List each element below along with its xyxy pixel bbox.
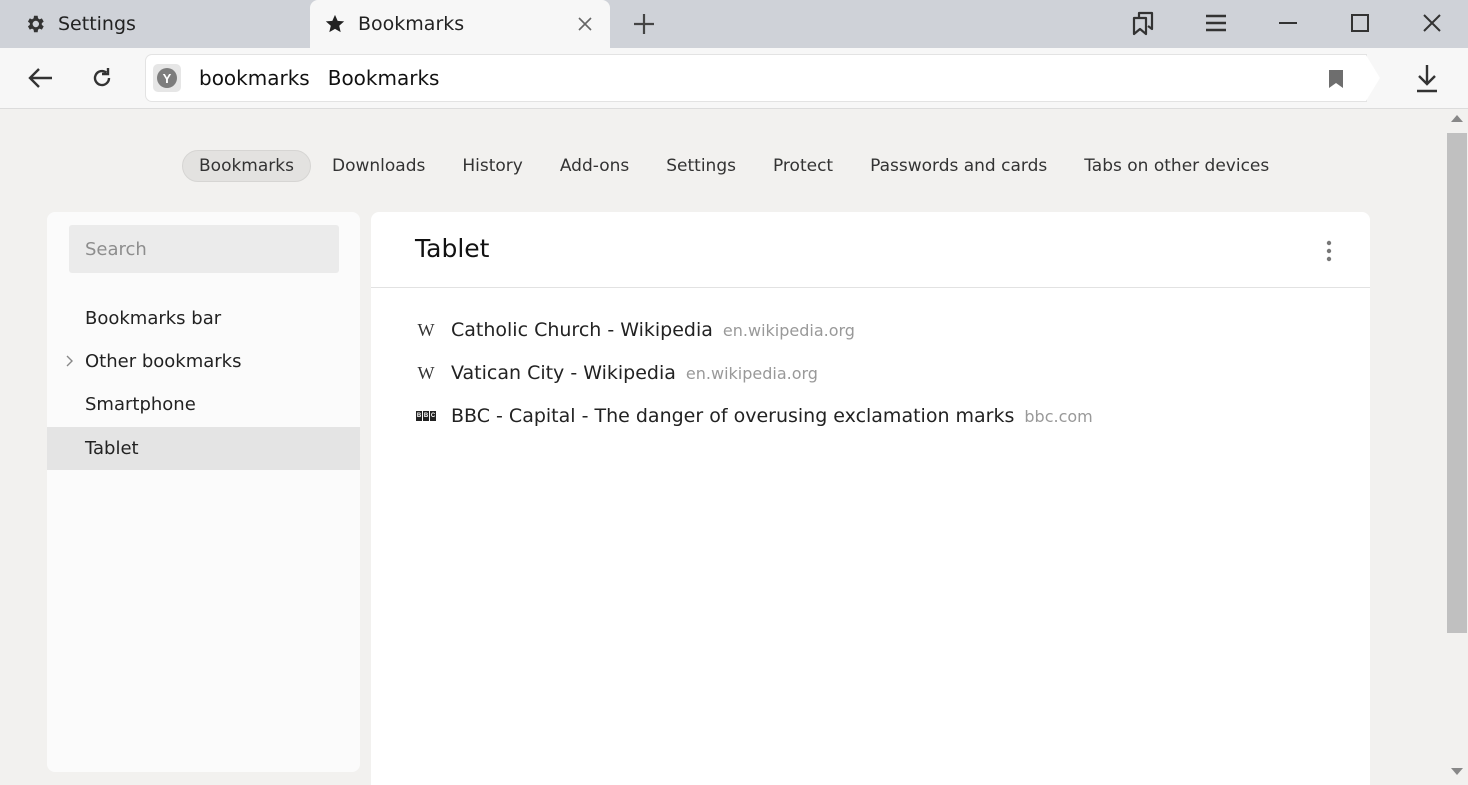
minimize-icon: [1279, 22, 1297, 24]
collections-button[interactable]: [1127, 8, 1159, 38]
folder-other-bookmarks[interactable]: Other bookmarks: [47, 340, 360, 383]
bookmark-item[interactable]: BBC BBC - Capital - The danger of overus…: [415, 401, 1093, 431]
bookmark-title: BBC - Capital - The danger of overusing …: [451, 405, 1015, 427]
search-input[interactable]: [69, 225, 339, 273]
more-options-icon[interactable]: [1322, 238, 1336, 264]
hamburger-icon: [1206, 14, 1226, 32]
page-title: Tablet: [415, 234, 490, 263]
close-icon[interactable]: [574, 13, 596, 35]
folder-label: Other bookmarks: [85, 351, 242, 372]
scroll-up-arrow-icon[interactable]: [1451, 115, 1463, 122]
maximize-button[interactable]: [1344, 8, 1376, 38]
page-scrollbar[interactable]: [1446, 109, 1468, 785]
reload-icon: [93, 68, 111, 87]
gear-icon: [24, 13, 46, 35]
bbc-icon: BBC: [416, 411, 436, 421]
tab-label: Settings: [58, 13, 136, 35]
bookmarks-panel: Tablet W Catholic Church - Wikipedia en.…: [371, 212, 1370, 785]
arrow-left-icon: [28, 68, 52, 88]
nav-bookmarks[interactable]: Bookmarks: [182, 149, 311, 182]
yandex-icon[interactable]: Y: [153, 64, 181, 92]
scrollbar-thumb[interactable]: [1447, 133, 1467, 633]
bookmark-domain: en.wikipedia.org: [722, 320, 855, 340]
toolbar: Y bookmarks Bookmarks: [0, 48, 1468, 109]
nav-tabs-on-other-devices[interactable]: Tabs on other devices: [1068, 151, 1285, 181]
nav-downloads[interactable]: Downloads: [316, 151, 441, 181]
wikipedia-icon: W: [417, 362, 435, 383]
minimize-button[interactable]: [1272, 8, 1304, 38]
address-page-title: Bookmarks: [327, 66, 440, 90]
bookmark-title: Vatican City - Wikipedia: [451, 362, 676, 384]
tab-label: Bookmarks: [358, 13, 465, 35]
wikipedia-icon: W: [417, 319, 435, 340]
folder-label: Smartphone: [85, 394, 196, 415]
bookmark-item[interactable]: W Catholic Church - Wikipedia en.wikiped…: [415, 315, 855, 345]
downloads-button[interactable]: [1410, 61, 1444, 95]
top-nav: Bookmarks Downloads History Add-ons Sett…: [182, 149, 1290, 182]
bookmark-domain: en.wikipedia.org: [685, 363, 818, 383]
address-bar[interactable]: Y bookmarks Bookmarks: [146, 55, 1380, 101]
bookmarks-sidebar: Bookmarks bar Other bookmarks Smartphone…: [47, 212, 360, 772]
title-bar: Settings Bookmarks: [0, 0, 1468, 48]
bookmark-item[interactable]: W Vatican City - Wikipedia en.wikipedia.…: [415, 358, 818, 388]
collections-icon: [1132, 11, 1154, 36]
tab-settings[interactable]: Settings: [0, 0, 308, 48]
folder-bookmarks-bar[interactable]: Bookmarks bar: [47, 297, 360, 340]
close-window-button[interactable]: [1416, 8, 1448, 38]
nav-add-ons[interactable]: Add-ons: [544, 151, 645, 181]
nav-settings[interactable]: Settings: [650, 151, 752, 181]
new-tab-button[interactable]: [628, 10, 660, 38]
bookmark-flag-icon[interactable]: [1326, 68, 1346, 90]
back-button[interactable]: [24, 62, 58, 94]
nav-passwords-and-cards[interactable]: Passwords and cards: [854, 151, 1063, 181]
panel-header: Tablet: [371, 212, 1370, 288]
download-icon: [1417, 65, 1437, 93]
folder-label: Bookmarks bar: [85, 308, 222, 329]
maximize-icon: [1351, 14, 1369, 32]
reload-button[interactable]: [85, 62, 119, 94]
address-domain: bookmarks: [199, 66, 310, 90]
plus-icon: [634, 14, 654, 34]
menu-button[interactable]: [1200, 8, 1232, 38]
chevron-right-icon[interactable]: [65, 354, 75, 368]
bookmark-domain: bbc.com: [1024, 406, 1093, 426]
folder-label: Tablet: [85, 438, 139, 459]
close-window-icon: [1423, 14, 1441, 32]
folder-smartphone[interactable]: Smartphone: [47, 383, 360, 426]
bookmark-title: Catholic Church - Wikipedia: [451, 319, 713, 341]
folder-tablet[interactable]: Tablet: [47, 427, 360, 470]
tab-bookmarks[interactable]: Bookmarks: [310, 0, 610, 48]
nav-history[interactable]: History: [446, 151, 538, 181]
star-icon: [324, 13, 346, 35]
nav-protect[interactable]: Protect: [757, 151, 849, 181]
scroll-down-arrow-icon[interactable]: [1451, 768, 1463, 775]
